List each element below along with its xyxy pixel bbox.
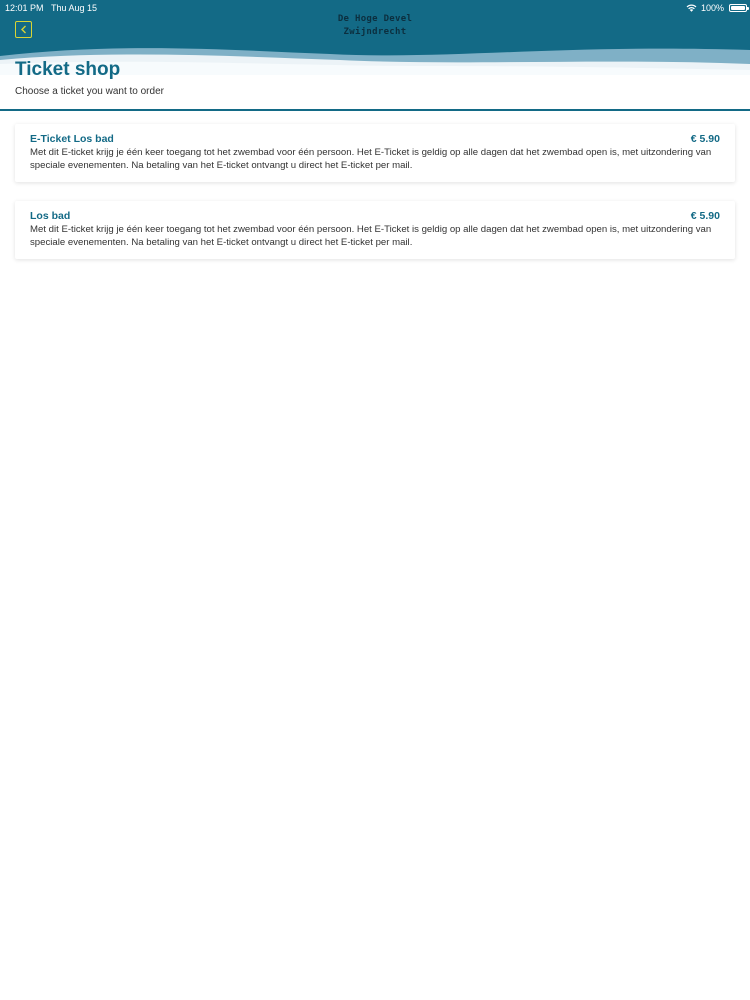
- app-logo: De Hoge Devel Zwijndrecht: [320, 13, 430, 39]
- ticket-list: E-Ticket Los bad € 5.90 Met dit E-ticket…: [15, 124, 735, 278]
- battery-icon: [729, 4, 749, 12]
- logo-line-2: Zwijndrecht: [343, 27, 407, 37]
- ticket-name: Los bad: [30, 210, 71, 222]
- logo-line-1: De Hoge Devel: [337, 14, 413, 24]
- status-date: Thu Aug 15: [51, 3, 98, 13]
- ticket-card-los-bad[interactable]: Los bad € 5.90 Met dit E-ticket krijg je…: [15, 201, 735, 259]
- ticket-description: Met dit E-ticket krijg je één keer toega…: [30, 224, 712, 248]
- back-button[interactable]: [15, 21, 32, 38]
- page-subtitle: Choose a ticket you want to order: [15, 86, 164, 97]
- ticket-description: Met dit E-ticket krijg je één keer toega…: [30, 147, 712, 171]
- chevron-left-icon: [20, 25, 26, 34]
- ticket-price: € 5.90: [690, 210, 720, 222]
- battery-percentage: 100%: [700, 3, 724, 13]
- ticket-price: € 5.90: [690, 133, 720, 145]
- status-indicators: 100%: [686, 1, 724, 15]
- status-time: 12:01 PM: [5, 3, 44, 13]
- ticket-name: E-Ticket Los bad: [30, 133, 114, 145]
- ticket-card-e-ticket-los-bad[interactable]: E-Ticket Los bad € 5.90 Met dit E-ticket…: [15, 124, 735, 182]
- page-title: Ticket shop: [15, 59, 121, 80]
- wifi-icon: [686, 4, 697, 12]
- header-divider: [0, 109, 750, 111]
- page-heading: Ticket shop: [15, 58, 120, 82]
